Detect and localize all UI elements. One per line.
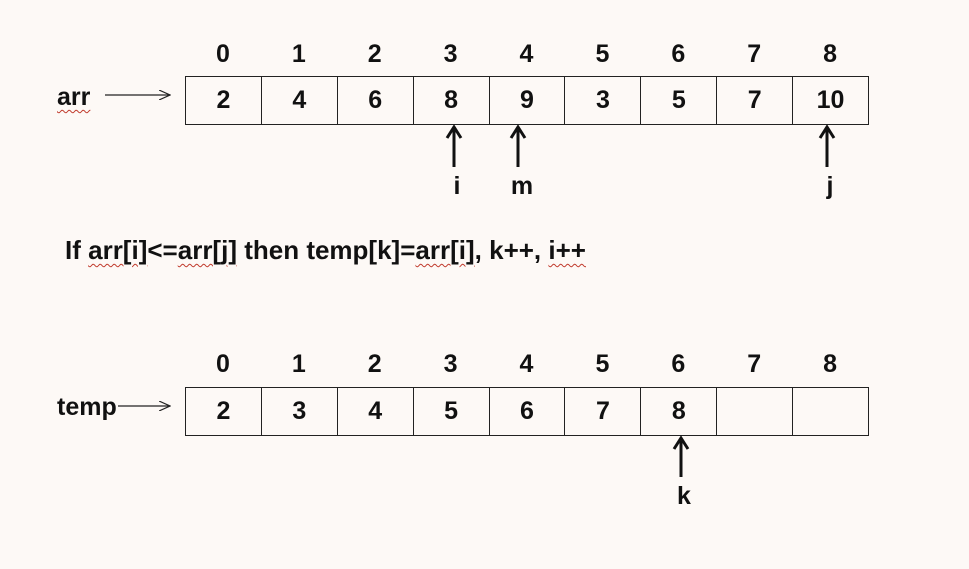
pointer-arrow-i [445,124,463,167]
pointer-arrow-m [509,124,527,167]
pointer-arrow-k [672,435,690,477]
pointer-arrow-j [818,124,836,167]
arrows-overlay [105,0,836,477]
